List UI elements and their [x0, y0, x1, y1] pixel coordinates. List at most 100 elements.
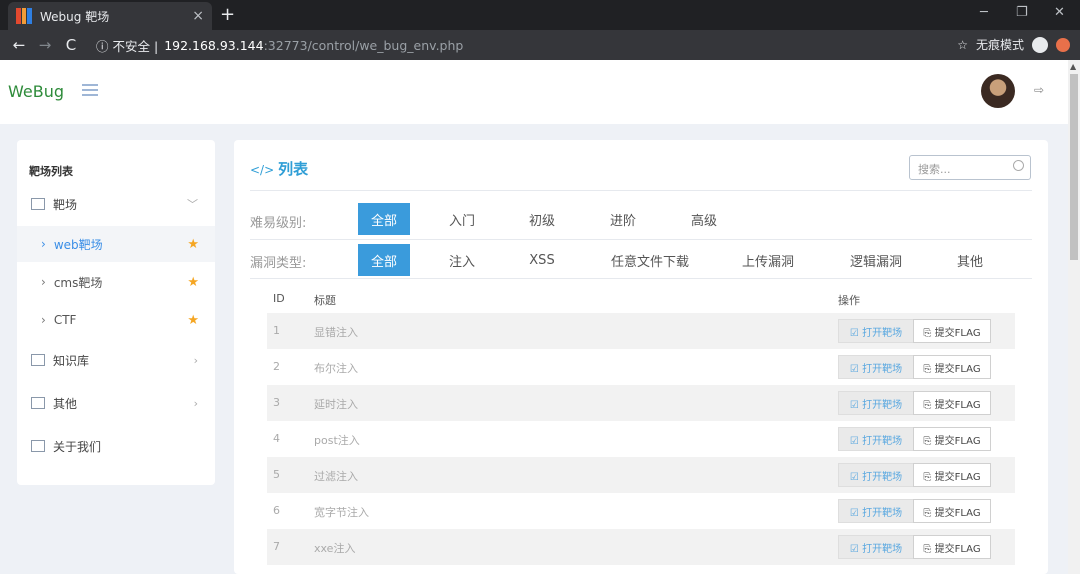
- submit-flag-button[interactable]: ⎘ 提交FLAG: [913, 535, 991, 559]
- chevron-down-icon: ﹀: [187, 198, 198, 211]
- incognito-icon[interactable]: [1032, 36, 1048, 53]
- not-secure-label[interactable]: ⓘ 不安全 |: [96, 36, 158, 55]
- logout-icon[interactable]: ⇨: [1034, 83, 1044, 97]
- sidebar-item-about[interactable]: 关于我们: [17, 428, 215, 464]
- table-row: 6 宽字节注入 ☑ 打开靶场 ⎘ 提交FLAG: [267, 493, 1015, 529]
- open-range-button[interactable]: ☑ 打开靶场: [838, 427, 914, 451]
- browser-tab-bar: Webug 靶场 × + ─ ❐ ✕: [0, 0, 1080, 30]
- webug-logo[interactable]: WeBug: [8, 82, 64, 101]
- star-icon: ★: [187, 312, 199, 328]
- scroll-up-icon[interactable]: ▲: [1070, 62, 1076, 71]
- chevron-right-icon: ›: [41, 313, 46, 327]
- doc-icon: [31, 397, 45, 409]
- chevron-right-icon: ›: [193, 353, 198, 367]
- table-row: 2 布尔注入 ☑ 打开靶场 ⎘ 提交FLAG: [267, 349, 1015, 385]
- vuln-upload[interactable]: 上传漏洞: [734, 244, 802, 276]
- row-title: 布尔注入: [314, 362, 358, 375]
- col-header-id: ID: [273, 292, 285, 305]
- sidebar-item-label: 知识库: [53, 353, 90, 368]
- submit-flag-button[interactable]: ⎘ 提交FLAG: [913, 499, 991, 523]
- divider: [250, 239, 1032, 240]
- url-field[interactable]: ⓘ 不安全 | 192.168.93.144 :32773/control/we…: [96, 36, 463, 55]
- code-icon: </>: [250, 163, 275, 177]
- star-icon: ★: [187, 274, 199, 290]
- url-path: :32773/control/we_bug_env.php: [263, 38, 464, 53]
- address-bar: ← → C ⓘ 不安全 | 192.168.93.144 :32773/cont…: [0, 30, 1080, 60]
- open-range-button[interactable]: ☑ 打开靶场: [838, 391, 914, 415]
- table-row: 4 post注入 ☑ 打开靶场 ⎘ 提交FLAG: [267, 421, 1015, 457]
- webug-favicon-icon: [16, 8, 33, 24]
- minimize-icon[interactable]: ─: [980, 5, 988, 20]
- submit-flag-button[interactable]: ⎘ 提交FLAG: [913, 427, 991, 451]
- row-title: xxe注入: [314, 542, 356, 555]
- table-row: 3 延时注入 ☑ 打开靶场 ⎘ 提交FLAG: [267, 385, 1015, 421]
- difficulty-all[interactable]: 全部: [358, 203, 410, 235]
- sidebar-item-label: 其他: [53, 396, 78, 411]
- difficulty-beginner[interactable]: 初级: [516, 203, 568, 235]
- doc-icon: [31, 354, 45, 366]
- chevron-right-icon: ›: [41, 275, 46, 289]
- row-title: 过滤注入: [314, 470, 358, 483]
- row-title: post注入: [314, 434, 360, 447]
- difficulty-advanced[interactable]: 进阶: [597, 203, 649, 235]
- table-row: 1 显错注入 ☑ 打开靶场 ⎘ 提交FLAG: [267, 313, 1015, 349]
- back-icon[interactable]: ←: [6, 36, 32, 54]
- bookmark-star-icon[interactable]: ☆: [957, 38, 968, 52]
- sidebar-subitem-web[interactable]: › web靶场 ★: [17, 226, 215, 262]
- sidebar-item-label: 关于我们: [53, 439, 102, 454]
- new-tab-button[interactable]: +: [220, 4, 235, 25]
- restore-icon[interactable]: ❐: [1016, 5, 1028, 20]
- open-range-button[interactable]: ☑ 打开靶场: [838, 535, 914, 559]
- page-scrollbar[interactable]: ▲: [1068, 60, 1080, 574]
- page-title: </> 列表: [250, 160, 309, 178]
- search-input[interactable]: 搜索...: [909, 155, 1031, 180]
- extension-icon[interactable]: [1056, 37, 1070, 52]
- tab-close-icon[interactable]: ×: [192, 8, 204, 24]
- search-placeholder: 搜索...: [918, 163, 951, 176]
- vuln-all[interactable]: 全部: [358, 244, 410, 276]
- open-range-button[interactable]: ☑ 打开靶场: [838, 355, 914, 379]
- forward-icon[interactable]: →: [32, 36, 58, 54]
- close-window-icon[interactable]: ✕: [1054, 5, 1065, 20]
- submit-flag-button[interactable]: ⎘ 提交FLAG: [913, 463, 991, 487]
- vuln-other[interactable]: 其他: [946, 244, 994, 276]
- doc-icon: [31, 440, 45, 452]
- row-title: 延时注入: [314, 398, 358, 411]
- submit-flag-button[interactable]: ⎘ 提交FLAG: [913, 319, 991, 343]
- open-range-button[interactable]: ☑ 打开靶场: [838, 463, 914, 487]
- main-panel: </> 列表 搜索... 难易级别: 全部 入门 初级 进阶 高级 漏洞类型: 全…: [234, 140, 1048, 574]
- vuln-file-download[interactable]: 任意文件下载: [600, 244, 700, 276]
- sidebar-title: 靶场列表: [29, 165, 73, 178]
- difficulty-entry[interactable]: 入门: [436, 203, 488, 235]
- sidebar-subitem-label: cms靶场: [53, 275, 103, 290]
- vuln-xss[interactable]: XSS: [516, 244, 568, 276]
- sidebar-subitem-cms[interactable]: › cms靶场 ★: [17, 264, 215, 300]
- sidebar-item-knowledge[interactable]: 知识库 ›: [17, 342, 215, 378]
- table-row: 5 过滤注入 ☑ 打开靶场 ⎘ 提交FLAG: [267, 457, 1015, 493]
- sidebar-item-other[interactable]: 其他 ›: [17, 385, 215, 421]
- search-icon[interactable]: [1013, 160, 1024, 171]
- reload-icon[interactable]: C: [58, 36, 84, 54]
- difficulty-expert[interactable]: 高级: [678, 203, 730, 235]
- open-range-button[interactable]: ☑ 打开靶场: [838, 319, 914, 343]
- browser-tools: ☆ 无痕模式: [957, 36, 1070, 53]
- sidebar-item-label: 靶场: [53, 197, 78, 212]
- menu-toggle-icon[interactable]: [82, 84, 98, 98]
- submit-flag-button[interactable]: ⎘ 提交FLAG: [913, 355, 991, 379]
- row-id: 5: [273, 468, 280, 481]
- sidebar-subitem-ctf[interactable]: › CTF ★: [17, 302, 215, 338]
- grid-icon: [31, 198, 45, 210]
- open-range-button[interactable]: ☑ 打开靶场: [838, 499, 914, 523]
- vuln-injection[interactable]: 注入: [436, 244, 488, 276]
- browser-tab[interactable]: Webug 靶场 ×: [8, 2, 212, 30]
- scrollbar-thumb[interactable]: [1070, 74, 1078, 260]
- col-header-title: 标题: [314, 294, 336, 307]
- sidebar-item-range[interactable]: 靶场 ﹀: [17, 186, 215, 222]
- sidebar-subitem-label: web靶场: [53, 237, 103, 252]
- avatar[interactable]: [981, 74, 1015, 108]
- sidebar-subitem-label: CTF: [53, 313, 77, 327]
- chevron-right-icon: ›: [193, 396, 198, 410]
- url-host: 192.168.93.144: [164, 38, 264, 53]
- vuln-logic[interactable]: 逻辑漏洞: [842, 244, 910, 276]
- submit-flag-button[interactable]: ⎘ 提交FLAG: [913, 391, 991, 415]
